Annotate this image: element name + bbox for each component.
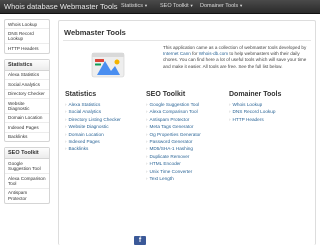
tool-link[interactable]: › Website Diagnostic bbox=[65, 123, 150, 130]
domainer-tools-heading: Domainer Tools bbox=[229, 91, 282, 98]
chevron-right-icon: › bbox=[146, 102, 148, 107]
tool-link[interactable]: › Alexa Statistics bbox=[65, 101, 150, 108]
tool-link[interactable]: › Meta Tags Generator bbox=[146, 123, 231, 130]
sidebar-item-indexed-pages[interactable]: Indexed Pages bbox=[5, 123, 49, 133]
whois-db-link[interactable]: Whois-db.com bbox=[199, 51, 228, 56]
chevron-right-icon: › bbox=[65, 116, 67, 122]
chevron-right-icon: › bbox=[146, 124, 148, 130]
tool-link[interactable]: › Backlinks bbox=[65, 145, 150, 152]
sidebar-item-whois-lookup[interactable]: Whois Lookup bbox=[5, 20, 49, 30]
seo-toolkit-column: SEO Toolkit › Google Suggestion Tool › Ale… bbox=[146, 91, 231, 182]
sidebar-item-antispam-protector[interactable]: Antispam Protector bbox=[5, 189, 49, 203]
chevron-right-icon: › bbox=[146, 175, 148, 181]
facebook-icon[interactable]: f bbox=[134, 236, 146, 245]
sidebar: Whois Lookup DNS Record Lookup HTTP Head… bbox=[0, 15, 54, 245]
tool-link[interactable]: › Duplicate Remover bbox=[146, 153, 231, 160]
tool-link[interactable]: › Social Analytics bbox=[65, 108, 150, 115]
sidebar-panel-domainer: Whois Lookup DNS Record Lookup HTTP Head… bbox=[4, 19, 50, 54]
tool-link[interactable]: › Antispam Protector bbox=[146, 116, 231, 123]
main-content: Webmaster Tools This application came as… bbox=[58, 20, 316, 245]
tool-link[interactable]: › DNS Record Lookup bbox=[229, 108, 314, 115]
chevron-down-icon: ▼ bbox=[189, 2, 194, 8]
domainer-tools-column: Domainer Tools › Whois Lookup › DNS Record… bbox=[229, 91, 314, 123]
intro-text: This application came as a collection of… bbox=[163, 45, 307, 69]
chevron-right-icon: › bbox=[229, 102, 231, 107]
sidebar-item-google-suggestion[interactable]: Google Suggestion Tool bbox=[5, 159, 49, 174]
sidebar-item-alexa-comparison[interactable]: Alexa Comparison Tool bbox=[5, 174, 49, 189]
sidebar-item-dns-record-lookup[interactable]: DNS Record Lookup bbox=[5, 29, 49, 45]
tool-link[interactable]: › Og Properties Generator bbox=[146, 131, 231, 138]
chevron-right-icon: › bbox=[146, 153, 148, 159]
sidebar-item-backlinks[interactable]: Backlinks bbox=[5, 133, 49, 141]
site-brand[interactable]: Whois database Webmaster Tools bbox=[4, 2, 118, 11]
tool-link[interactable]: › Password Generator bbox=[146, 138, 231, 145]
tool-link[interactable]: › Indexed Pages bbox=[65, 138, 150, 145]
page-title: Webmaster Tools bbox=[64, 28, 126, 37]
chevron-right-icon: › bbox=[65, 109, 67, 115]
sidebar-heading-statistics: Statistics bbox=[5, 59, 49, 71]
chevron-down-icon: ▼ bbox=[239, 2, 244, 8]
tool-link[interactable]: › HTML Encoder bbox=[146, 160, 231, 167]
tool-link[interactable]: › Text Length bbox=[146, 175, 231, 182]
tool-link[interactable]: › Directory Listing Checker bbox=[65, 116, 150, 123]
tool-link[interactable]: › Alexa Comparison Tool bbox=[146, 108, 231, 115]
nav-seo-toolkit[interactable]: SEO Toolkit▼ bbox=[160, 3, 194, 9]
chevron-right-icon: › bbox=[146, 131, 148, 137]
sidebar-item-directory-checker[interactable]: Directory Checker bbox=[5, 90, 49, 100]
sidebar-panel-seo: SEO Toolkit Google Suggestion Tool Alexa… bbox=[4, 147, 50, 204]
sidebar-heading-seo: SEO Toolkit bbox=[5, 148, 49, 160]
tool-link[interactable]: › MD5/SHA-1 Hashing bbox=[146, 145, 231, 152]
tool-link[interactable]: › HTTP Headers bbox=[229, 116, 314, 123]
top-navbar: Whois database Webmaster Tools Statistic… bbox=[0, 0, 320, 14]
chevron-right-icon: › bbox=[65, 146, 67, 152]
tool-link[interactable]: › Unix Time Converter bbox=[146, 168, 231, 175]
chevron-right-icon: › bbox=[146, 109, 148, 115]
seo-toolkit-heading: SEO Toolkit bbox=[146, 91, 186, 98]
chevron-right-icon: › bbox=[65, 102, 67, 107]
tool-link[interactable]: › Domain Location bbox=[65, 131, 150, 138]
statistics-heading: Statistics bbox=[65, 91, 97, 98]
divider bbox=[63, 40, 311, 41]
sidebar-item-social-analytics[interactable]: Social Analytics bbox=[5, 80, 49, 90]
chevron-right-icon: › bbox=[65, 138, 67, 144]
tool-link[interactable]: › Whois Lookup bbox=[229, 101, 314, 108]
chevron-right-icon: › bbox=[146, 146, 148, 152]
chevron-right-icon: › bbox=[146, 161, 148, 167]
statistics-column: Statistics › Alexa Statistics › Social Ana… bbox=[65, 91, 150, 153]
chevron-down-icon: ▼ bbox=[144, 2, 148, 8]
sidebar-item-domain-location[interactable]: Domain Location bbox=[5, 114, 49, 124]
chevron-right-icon: › bbox=[146, 168, 148, 174]
sidebar-item-website-diagnostic[interactable]: Website Diagnostic bbox=[5, 99, 49, 114]
internet-cann-link[interactable]: Internet Cann bbox=[163, 51, 191, 56]
tools-logo-icon bbox=[91, 52, 125, 78]
sidebar-item-http-headers[interactable]: HTTP Headers bbox=[5, 44, 49, 52]
nav-statistics[interactable]: Statistics▼ bbox=[121, 3, 148, 9]
chevron-right-icon: › bbox=[229, 109, 231, 115]
nav-domainer-tools[interactable]: Domainer Tools▼ bbox=[200, 3, 243, 9]
sidebar-item-alexa-statistics[interactable]: Alexa Statistics bbox=[5, 71, 49, 81]
chevron-right-icon: › bbox=[146, 116, 148, 122]
sidebar-panel-statistics: Statistics Alexa Statistics Social Analy… bbox=[4, 58, 50, 143]
tool-link[interactable]: › Google Suggestion Tool bbox=[146, 101, 231, 108]
chevron-right-icon: › bbox=[146, 138, 148, 144]
chevron-right-icon: › bbox=[229, 116, 231, 122]
chevron-right-icon: › bbox=[65, 131, 67, 137]
chevron-right-icon: › bbox=[65, 124, 67, 130]
